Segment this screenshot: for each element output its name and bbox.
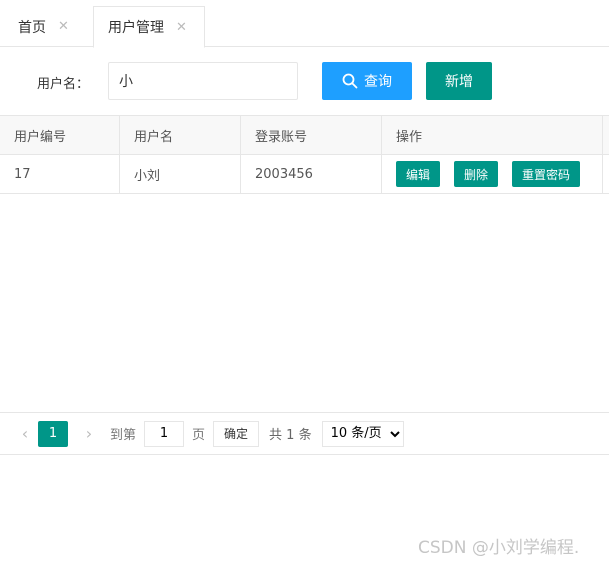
tab-bar: 首页 ✕ 用户管理 ✕	[0, 0, 609, 48]
page-size-select[interactable]: 10 条/页	[321, 420, 404, 447]
username-search-input[interactable]	[108, 62, 298, 100]
username-search-label: 用户名：	[37, 77, 90, 92]
search-icon	[342, 73, 358, 89]
header-username: 用户名	[120, 116, 241, 154]
goto-confirm-button[interactable]: 确定	[213, 420, 260, 447]
total-count: 共 1 条	[269, 428, 312, 443]
cell-actions: 编辑 删除 重置密码	[382, 155, 603, 193]
cell-username: 小刘	[120, 155, 241, 193]
cell-login-account: 2003456	[241, 155, 382, 193]
tab-user-management[interactable]: 用户管理 ✕	[93, 6, 205, 48]
next-page-icon[interactable]: ›	[76, 424, 102, 443]
user-table: 用户编号 用户名 登录账号 操作 17 小刘 2003456 编辑 删除 重置密…	[0, 115, 609, 194]
edit-button[interactable]: 编辑	[396, 161, 441, 187]
table-header-row: 用户编号 用户名 登录账号 操作	[0, 116, 609, 155]
query-button-label: 查询	[364, 74, 392, 90]
tab-user-management-close-icon[interactable]: ✕	[176, 20, 187, 35]
prev-page-icon[interactable]: ‹	[12, 424, 38, 443]
tab-home[interactable]: 首页 ✕	[0, 6, 90, 47]
header-user-id: 用户编号	[0, 116, 120, 154]
add-button[interactable]: 新增	[426, 62, 492, 100]
goto-page-input[interactable]	[144, 420, 185, 447]
pagination: ‹ 1 › 到第 页 确定 共 1 条 10 条/页	[0, 412, 609, 455]
header-actions: 操作	[382, 116, 603, 154]
query-button[interactable]: 查询	[322, 62, 412, 100]
tab-user-management-label: 用户管理	[108, 20, 164, 36]
tab-home-close-icon[interactable]: ✕	[58, 19, 69, 34]
watermark: CSDN @小刘学编程.	[418, 538, 580, 558]
cell-user-id: 17	[0, 155, 120, 193]
tab-home-label: 首页	[18, 19, 46, 36]
row-spacer	[603, 155, 609, 193]
header-spacer	[603, 116, 609, 154]
current-page-button[interactable]: 1	[38, 420, 68, 447]
reset-password-button[interactable]: 重置密码	[512, 161, 581, 187]
table-row: 17 小刘 2003456 编辑 删除 重置密码	[0, 155, 609, 194]
delete-button[interactable]: 删除	[454, 161, 499, 187]
header-login-account: 登录账号	[241, 116, 382, 154]
goto-label: 到第	[110, 428, 137, 443]
page-unit-label: 页	[192, 428, 206, 443]
